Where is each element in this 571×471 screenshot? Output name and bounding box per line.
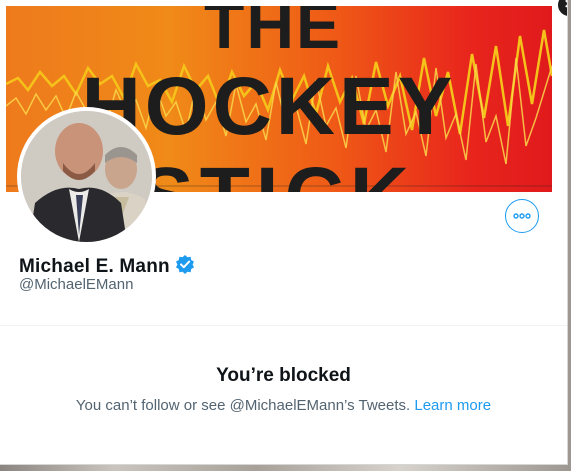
blocked-description: You can’t follow or see @MichaelEMann’s … <box>0 397 567 414</box>
close-icon[interactable]: ✕ <box>556 0 567 18</box>
blocked-title: You’re blocked <box>216 365 351 386</box>
learn-more-link[interactable]: Learn more <box>414 397 491 414</box>
verified-badge-icon <box>175 254 195 279</box>
avatar[interactable] <box>17 107 156 246</box>
banner-title-line1: THE <box>204 6 342 62</box>
display-name: Michael E. Mann <box>19 255 170 277</box>
more-horizontal-icon <box>513 213 531 219</box>
divider <box>0 325 567 326</box>
more-button[interactable] <box>505 199 539 233</box>
avatar-photo <box>21 111 152 242</box>
profile-card: THE HOCKEY STICK ✕ Michael E. Ma <box>0 0 568 465</box>
blocked-description-text: You can’t follow or see @MichaelEMann’s … <box>75 397 411 414</box>
profile-handle: @MichaelEMann <box>19 276 134 293</box>
